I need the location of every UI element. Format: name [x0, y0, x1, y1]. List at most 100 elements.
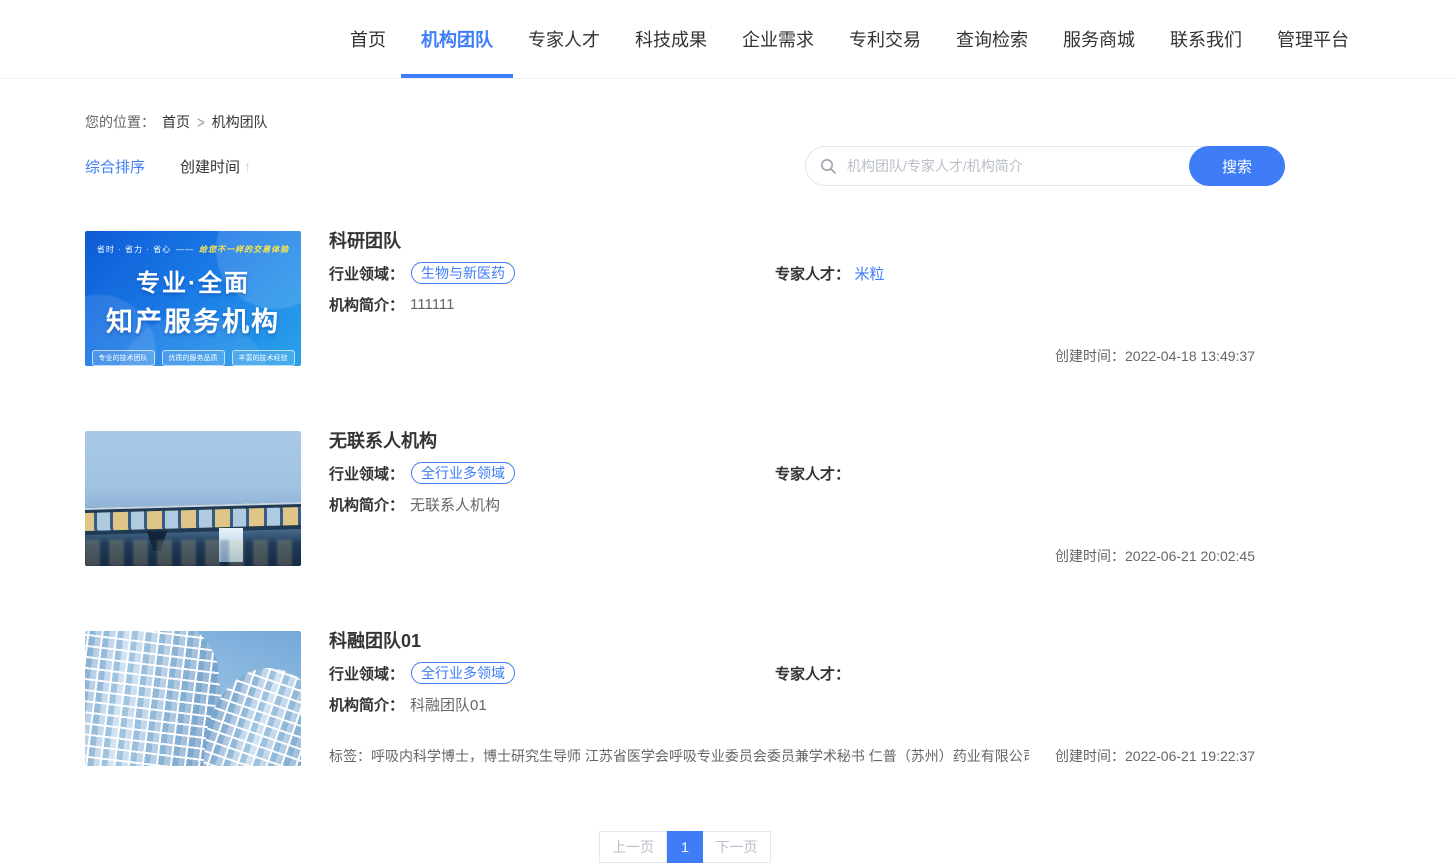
experts-label: 专家人才： — [775, 265, 851, 283]
nav-item-org-teams[interactable]: 机构团队 — [401, 0, 513, 78]
created-time: 创建时间：2022-06-21 19:22:37 — [1055, 746, 1255, 766]
sort-ascending-icon: ↑ — [244, 158, 252, 174]
banner-content: 省时 · 省力 · 省心 —— 给您不一样的交易体验 专业·全面 知产服务机构 … — [85, 231, 301, 366]
intro-value: 无联系人机构 — [410, 497, 501, 514]
tags-value: 呼吸内科学博士，博士研究生导师 江苏省医学会呼吸专业委员会委员兼学术秘书 仁普（… — [371, 748, 1029, 764]
created-label: 创建时间： — [1055, 548, 1125, 564]
nav-item-home[interactable]: 首页 — [350, 0, 386, 78]
breadcrumb-current: 机构团队 — [211, 114, 268, 130]
org-card-bottom: 创建时间：2022-06-21 20:02:45 — [329, 546, 1285, 566]
org-card-3: 科融团队01 行业领域： 全行业多领域 专家人才： 机构简介： 科融团队01 标… — [85, 631, 1285, 766]
org-meta-row: 行业领域： 全行业多领域 专家人才： — [329, 662, 1285, 684]
industry-tag[interactable]: 全行业多领域 — [411, 462, 516, 484]
intro-label: 机构简介： — [329, 697, 405, 714]
org-card-bottom: 标签：呼吸内科学博士，博士研究生导师 江苏省医学会呼吸专业委员会委员兼学术秘书 … — [329, 746, 1285, 766]
industry-tag[interactable]: 生物与新医药 — [411, 262, 516, 284]
banner-badges: 专业的技术团队 优质的服务品质 丰富的技术经验 — [85, 350, 301, 366]
pagination-next-button[interactable]: 下一页 — [703, 831, 771, 863]
intro-value: 111111 — [410, 296, 455, 313]
sort-created-time-label: 创建时间 — [180, 158, 241, 176]
experts-cell: 专家人才： — [775, 663, 850, 684]
nav-item-service-mall[interactable]: 服务商城 — [1063, 0, 1135, 78]
experts-cell: 专家人才： — [775, 463, 850, 484]
org-card-info: 无联系人机构 行业领域： 全行业多领域 专家人才： 机构简介： 无联系人机构 创… — [329, 431, 1285, 566]
org-list: 省时 · 省力 · 省心 —— 给您不一样的交易体验 专业·全面 知产服务机构 … — [85, 231, 1285, 766]
nav-item-search-retrieval[interactable]: 查询检索 — [956, 0, 1028, 78]
intro-value: 科融团队01 — [410, 697, 487, 714]
org-card-bottom: 创建时间：2022-04-18 13:49:37 — [329, 346, 1285, 366]
pagination-page-1[interactable]: 1 — [667, 831, 703, 863]
org-card-info: 科研团队 行业领域： 生物与新医药 专家人才： 米粒 机构简介： 111111 — [329, 231, 1285, 366]
top-header: 首页 机构团队 专家人才 科技成果 企业需求 专利交易 查询检索 服务商城 联系… — [0, 0, 1455, 79]
search-button[interactable]: 搜索 — [1189, 146, 1285, 186]
nav-item-enterprise-needs[interactable]: 企业需求 — [742, 0, 814, 78]
banner-tagline: 省时 · 省力 · 省心 —— 给您不一样的交易体验 — [85, 244, 301, 255]
org-title[interactable]: 科融团队01 — [329, 631, 1285, 651]
industry-label: 行业领域： — [329, 665, 405, 683]
created-time: 创建时间：2022-04-18 13:49:37 — [1055, 346, 1255, 366]
building-photo-shape — [85, 502, 301, 536]
industry-cell: 行业领域： 全行业多领域 — [329, 462, 775, 484]
intro-label: 机构简介： — [329, 497, 405, 514]
chevron-right-icon: > — [197, 112, 205, 132]
org-meta-row: 行业领域： 生物与新医药 专家人才： 米粒 — [329, 262, 1285, 284]
water-reflection-shape — [85, 540, 301, 566]
created-value: 2022-06-21 20:02:45 — [1125, 548, 1255, 564]
industry-cell: 行业领域： 全行业多领域 — [329, 662, 775, 684]
nav-item-experts[interactable]: 专家人才 — [528, 0, 600, 78]
breadcrumb-home-link[interactable]: 首页 — [162, 112, 190, 132]
org-thumbnail-building[interactable] — [85, 431, 301, 566]
search-icon — [820, 158, 837, 175]
org-title[interactable]: 科研团队 — [329, 231, 1285, 251]
expert-link[interactable]: 米粒 — [854, 266, 884, 283]
list-toolbar: 综合排序 创建时间 ↑ 搜索 — [85, 146, 1285, 186]
sort-created-time[interactable]: 创建时间 ↑ — [180, 156, 251, 177]
org-card-info: 科融团队01 行业领域： 全行业多领域 专家人才： 机构简介： 科融团队01 标… — [329, 631, 1285, 766]
created-label: 创建时间： — [1055, 748, 1125, 764]
pagination-prev-button[interactable]: 上一页 — [599, 831, 667, 863]
banner-badge: 专业的技术团队 — [91, 350, 155, 366]
industry-cell: 行业领域： 生物与新医药 — [329, 262, 775, 284]
sort-comprehensive[interactable]: 综合排序 — [85, 156, 145, 177]
banner-tagline-dash: —— — [176, 245, 195, 254]
org-intro-row: 机构简介： 无联系人机构 — [329, 494, 1285, 515]
main-content: 您的位置： 首页 > 机构团队 综合排序 创建时间 ↑ 搜索 — [85, 112, 1285, 863]
banner-badge: 丰富的技术经验 — [231, 350, 295, 366]
org-title[interactable]: 无联系人机构 — [329, 431, 1285, 451]
tags-line: 标签：呼吸内科学博士，博士研究生导师 江苏省医学会呼吸专业委员会委员兼学术秘书 … — [329, 746, 1029, 766]
experts-label: 专家人才： — [775, 665, 851, 683]
org-thumbnail-banner[interactable]: 省时 · 省力 · 省心 —— 给您不一样的交易体验 专业·全面 知产服务机构 … — [85, 231, 301, 366]
nav-item-tech-achievements[interactable]: 科技成果 — [635, 0, 707, 78]
banner-title-line2: 知产服务机构 — [106, 307, 280, 337]
sort-options: 综合排序 创建时间 ↑ — [85, 156, 251, 177]
nav-item-patent-trade[interactable]: 专利交易 — [849, 0, 921, 78]
search-input[interactable] — [845, 157, 1184, 175]
org-meta-row: 行业领域： 全行业多领域 专家人才： — [329, 462, 1285, 484]
org-intro-row: 机构简介： 科融团队01 — [329, 694, 1285, 715]
pagination: 上一页 1 下一页 — [85, 831, 1285, 863]
org-thumbnail-towers[interactable] — [85, 631, 301, 766]
org-card-1: 省时 · 省力 · 省心 —— 给您不一样的交易体验 专业·全面 知产服务机构 … — [85, 231, 1285, 366]
industry-label: 行业领域： — [329, 465, 405, 483]
banner-tagline-right: 给您不一样的交易体验 — [199, 245, 290, 254]
created-value: 2022-06-21 19:22:37 — [1125, 748, 1255, 764]
intro-label: 机构简介： — [329, 297, 405, 314]
created-label: 创建时间： — [1055, 348, 1125, 364]
experts-cell: 专家人才： 米粒 — [775, 263, 884, 284]
search-bar: 搜索 — [805, 146, 1285, 186]
created-value: 2022-04-18 13:49:37 — [1125, 348, 1255, 364]
banner-badge: 优质的服务品质 — [161, 350, 225, 366]
breadcrumb-prefix: 您的位置： — [85, 114, 155, 130]
main-nav: 首页 机构团队 专家人才 科技成果 企业需求 专利交易 查询检索 服务商城 联系… — [0, 0, 1455, 78]
nav-item-admin-platform[interactable]: 管理平台 — [1277, 0, 1349, 78]
org-card-2: 无联系人机构 行业领域： 全行业多领域 专家人才： 机构简介： 无联系人机构 创… — [85, 431, 1285, 566]
industry-tag[interactable]: 全行业多领域 — [411, 662, 516, 684]
created-time: 创建时间：2022-06-21 20:02:45 — [1055, 546, 1255, 566]
org-intro-row: 机构简介： 111111 — [329, 294, 1285, 315]
banner-tagline-left: 省时 · 省力 · 省心 — [96, 245, 172, 254]
industry-label: 行业领域： — [329, 265, 405, 283]
nav-item-contact-us[interactable]: 联系我们 — [1170, 0, 1242, 78]
tags-label: 标签： — [329, 748, 371, 764]
banner-title-line1: 专业·全面 — [136, 270, 250, 297]
breadcrumb: 您的位置： 首页 > 机构团队 — [85, 112, 1285, 132]
